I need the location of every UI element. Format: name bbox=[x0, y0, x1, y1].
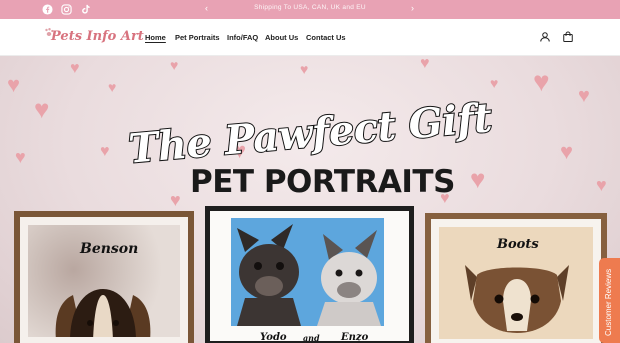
pet-name-yodo: Yodo bbox=[260, 332, 287, 343]
portrait-frame-left: Benson bbox=[14, 211, 194, 343]
customer-reviews-label: Customer Reviews bbox=[604, 268, 613, 336]
tiktok-icon[interactable] bbox=[80, 4, 91, 15]
pet-name-benson: Benson bbox=[80, 241, 139, 257]
heart-decoration: ♥ bbox=[596, 175, 607, 195]
hero-title: The Pawfect Gift bbox=[126, 93, 495, 174]
heart-decoration: ♥ bbox=[100, 143, 110, 160]
bulldogs-illustration bbox=[237, 224, 381, 326]
heart-decoration: ♥ bbox=[420, 56, 430, 72]
pet-name-boots: Boots bbox=[497, 237, 539, 252]
heart-decoration: ♥ bbox=[70, 60, 80, 77]
heart-decoration: ♥ bbox=[108, 79, 117, 95]
puppy-illustration bbox=[465, 265, 569, 333]
site-header: Pets Info Art Home Pet Portraits Info/FA… bbox=[0, 19, 620, 56]
logo-text: Pets Info Art bbox=[51, 29, 144, 44]
hero-banner: ♥ ♥ ♥ ♥ ♥ ♥ ♥ ♥ ♥ ♥ ♥ ♥ ♥ ♥ ♥ ♥ ♥ ♥ The … bbox=[0, 56, 620, 343]
nav-info-faq[interactable]: Info/FAQ bbox=[227, 33, 258, 42]
beagle-illustration bbox=[55, 289, 151, 337]
nav-contact-us[interactable]: Contact Us bbox=[306, 33, 346, 42]
pet-name-and: and bbox=[303, 333, 320, 343]
heart-decoration: ♥ bbox=[533, 66, 550, 97]
portrait-frame-center: Yodo and Enzo bbox=[205, 206, 414, 343]
heart-decoration: ♥ bbox=[470, 164, 486, 194]
nav-home[interactable]: Home bbox=[145, 33, 166, 42]
logo[interactable]: Pets Info Art bbox=[43, 27, 144, 49]
announcement-text: Shipping To USA, CAN, UK and EU bbox=[254, 4, 366, 11]
portrait-yodo-enzo bbox=[231, 218, 384, 326]
cart-icon[interactable] bbox=[562, 31, 574, 43]
customer-reviews-tab[interactable]: Customer Reviews bbox=[599, 258, 620, 343]
account-icon[interactable] bbox=[539, 31, 551, 43]
heart-decoration: ♥ bbox=[170, 57, 179, 73]
portrait-benson: Benson bbox=[28, 225, 180, 337]
heart-decoration: ♥ bbox=[560, 139, 574, 164]
heart-decoration: ♥ bbox=[7, 72, 21, 97]
nav-pet-portraits[interactable]: Pet Portraits bbox=[175, 33, 220, 42]
nav-about-us[interactable]: About Us bbox=[265, 33, 298, 42]
pet-name-enzo: Enzo bbox=[341, 332, 369, 343]
heart-decoration: ♥ bbox=[15, 147, 26, 167]
hero-subtitle: PET PORTRAITS bbox=[190, 164, 455, 200]
portrait-boots: Boots bbox=[439, 227, 593, 339]
facebook-icon[interactable] bbox=[42, 4, 53, 15]
portrait-frame-right: Boots bbox=[425, 213, 607, 343]
announcement-next-button[interactable]: › bbox=[411, 3, 414, 13]
heart-decoration: ♥ bbox=[170, 190, 181, 210]
announcement-bar: ‹ Shipping To USA, CAN, UK and EU › bbox=[0, 0, 620, 19]
heart-decoration: ♥ bbox=[490, 75, 499, 91]
pet-names-row: Yodo and Enzo bbox=[210, 332, 409, 343]
heart-decoration: ♥ bbox=[300, 61, 309, 77]
heart-decoration: ♥ bbox=[578, 85, 590, 107]
heart-decoration: ♥ bbox=[34, 94, 50, 124]
instagram-icon[interactable] bbox=[61, 4, 72, 15]
announcement-prev-button[interactable]: ‹ bbox=[205, 3, 208, 13]
